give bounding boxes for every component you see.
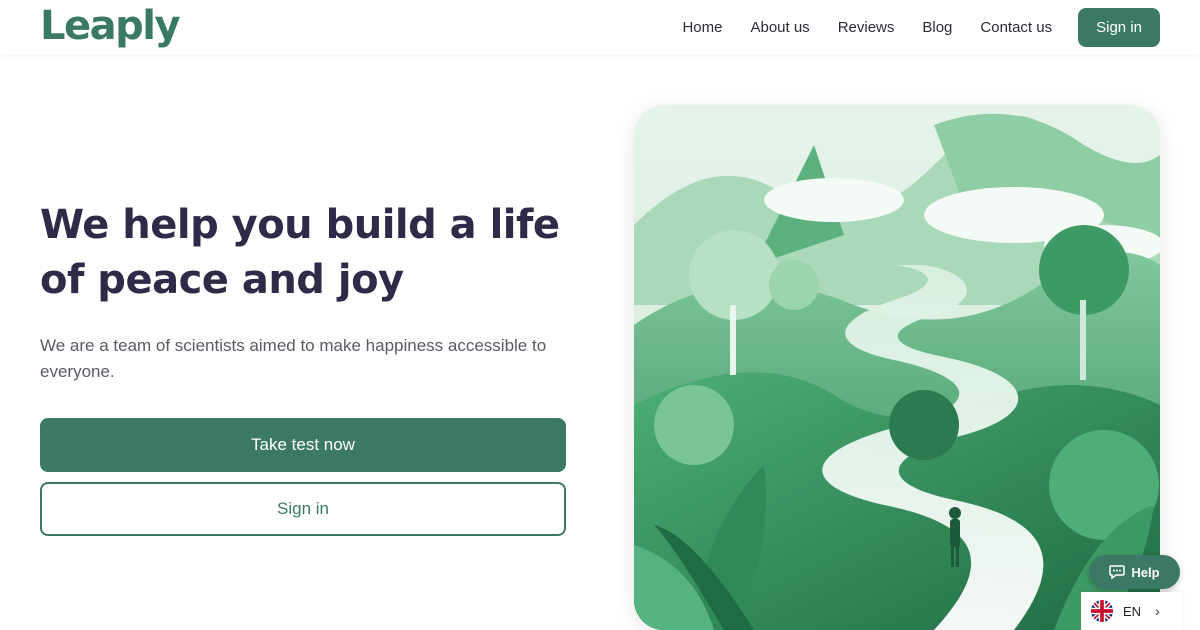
language-selector[interactable]: EN ›: [1081, 592, 1182, 630]
nav-contact-us[interactable]: Contact us: [980, 19, 1052, 36]
hero-title: We help you build a life of peace and jo…: [40, 202, 560, 303]
nav-about-us[interactable]: About us: [750, 19, 809, 36]
logo[interactable]: Leaply: [40, 2, 181, 50]
take-test-button[interactable]: Take test now: [40, 418, 566, 472]
main-nav: Home About us Reviews Blog Contact us Si…: [682, 8, 1160, 47]
nav-reviews[interactable]: Reviews: [838, 19, 895, 36]
site-header: Leaply Home About us Reviews Blog Contac…: [0, 0, 1200, 55]
hero-illustration: [634, 105, 1160, 630]
hero-sign-in-button[interactable]: Sign in: [40, 482, 566, 536]
header-sign-in-button[interactable]: Sign in: [1078, 8, 1160, 47]
chevron-right-icon: ›: [1155, 603, 1160, 619]
uk-flag-icon: [1091, 600, 1113, 622]
nav-home[interactable]: Home: [682, 19, 722, 36]
hero-subtitle: We are a team of scientists aimed to mak…: [40, 336, 547, 381]
chat-icon: [1109, 565, 1126, 579]
help-button[interactable]: Help: [1089, 555, 1180, 589]
help-label: Help: [1131, 564, 1160, 580]
nav-blog[interactable]: Blog: [922, 19, 952, 36]
language-code: EN: [1123, 603, 1142, 619]
landscape-illustration: [634, 105, 1160, 630]
